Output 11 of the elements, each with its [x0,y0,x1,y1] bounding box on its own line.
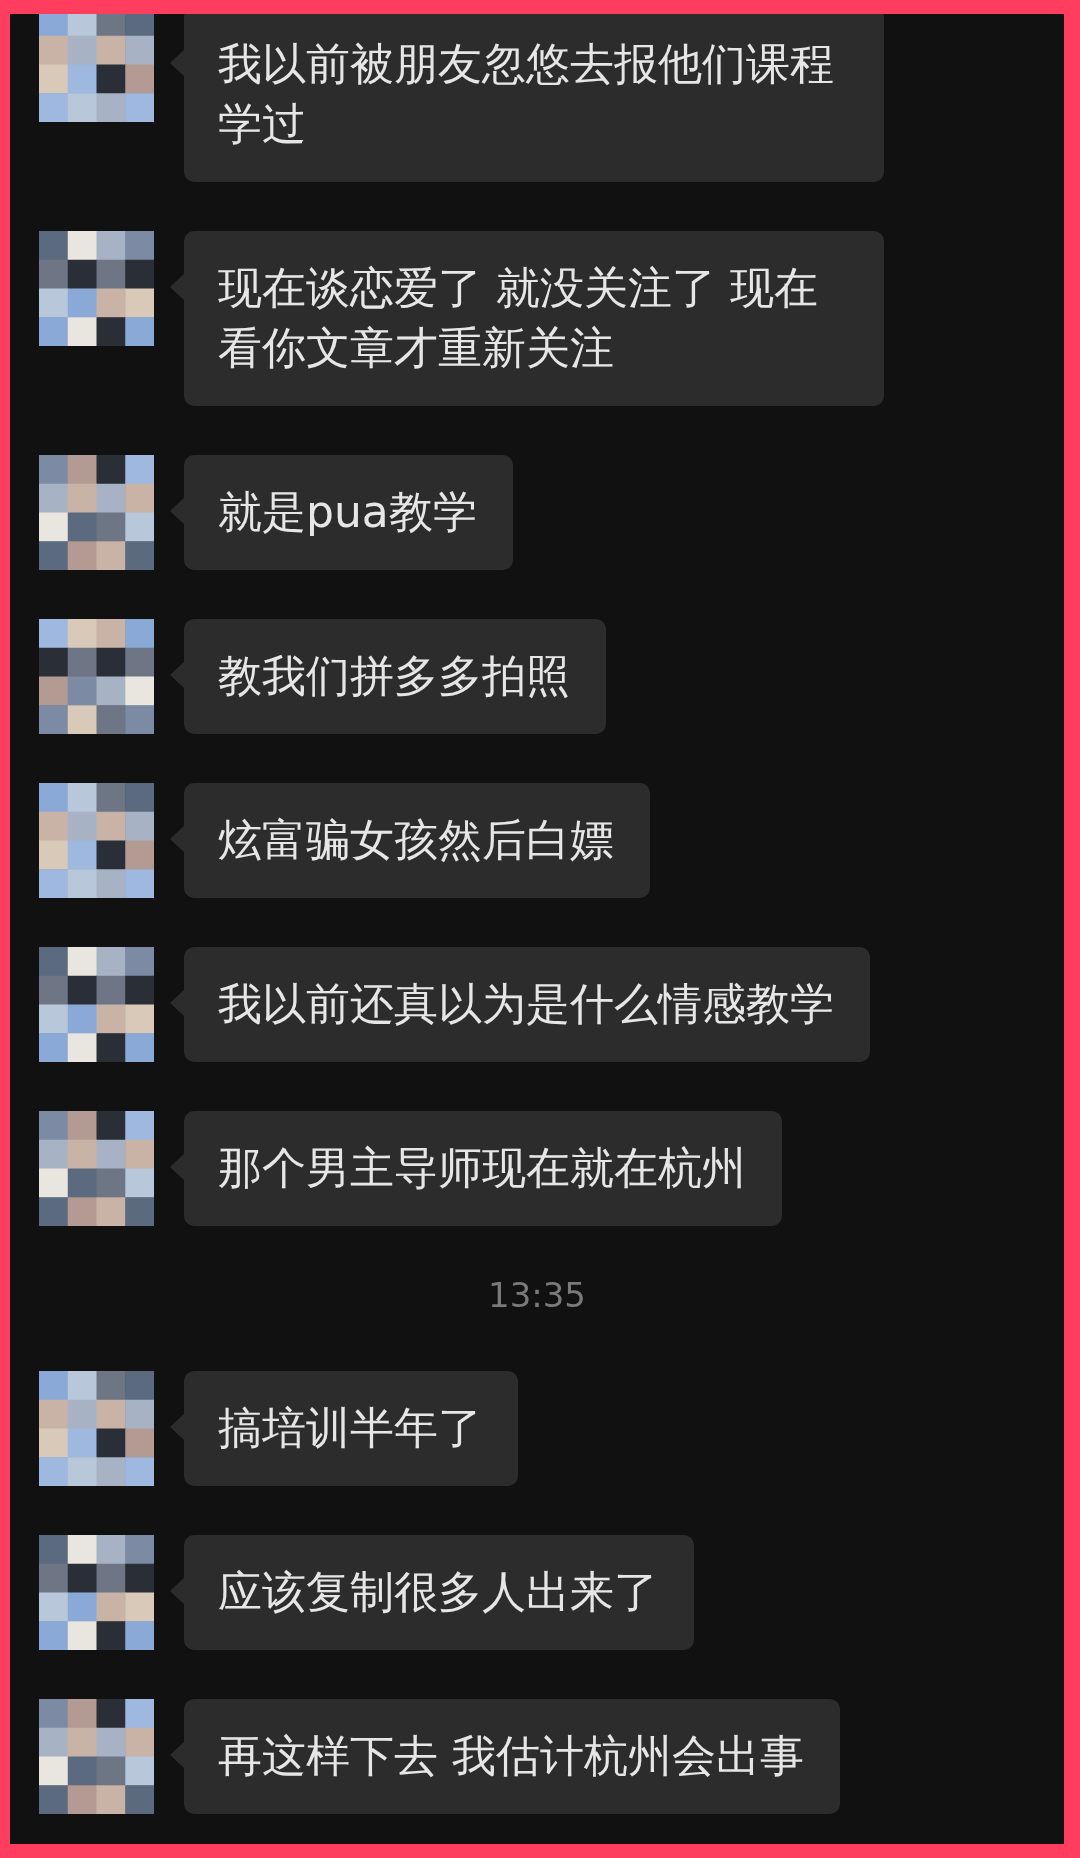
bubble-tail [170,825,185,853]
bubble-tail [170,1741,185,1769]
bubble-tail [170,1577,185,1605]
bubble-tail [170,661,185,689]
timestamp: 13:35 [488,1275,586,1315]
bubble-tail [170,273,185,301]
bubble-tail [170,1413,185,1441]
bubble-tail [170,1153,185,1181]
bubble-tail [170,49,185,77]
bubble-tail [170,497,185,525]
bubble-tail [170,989,185,1017]
